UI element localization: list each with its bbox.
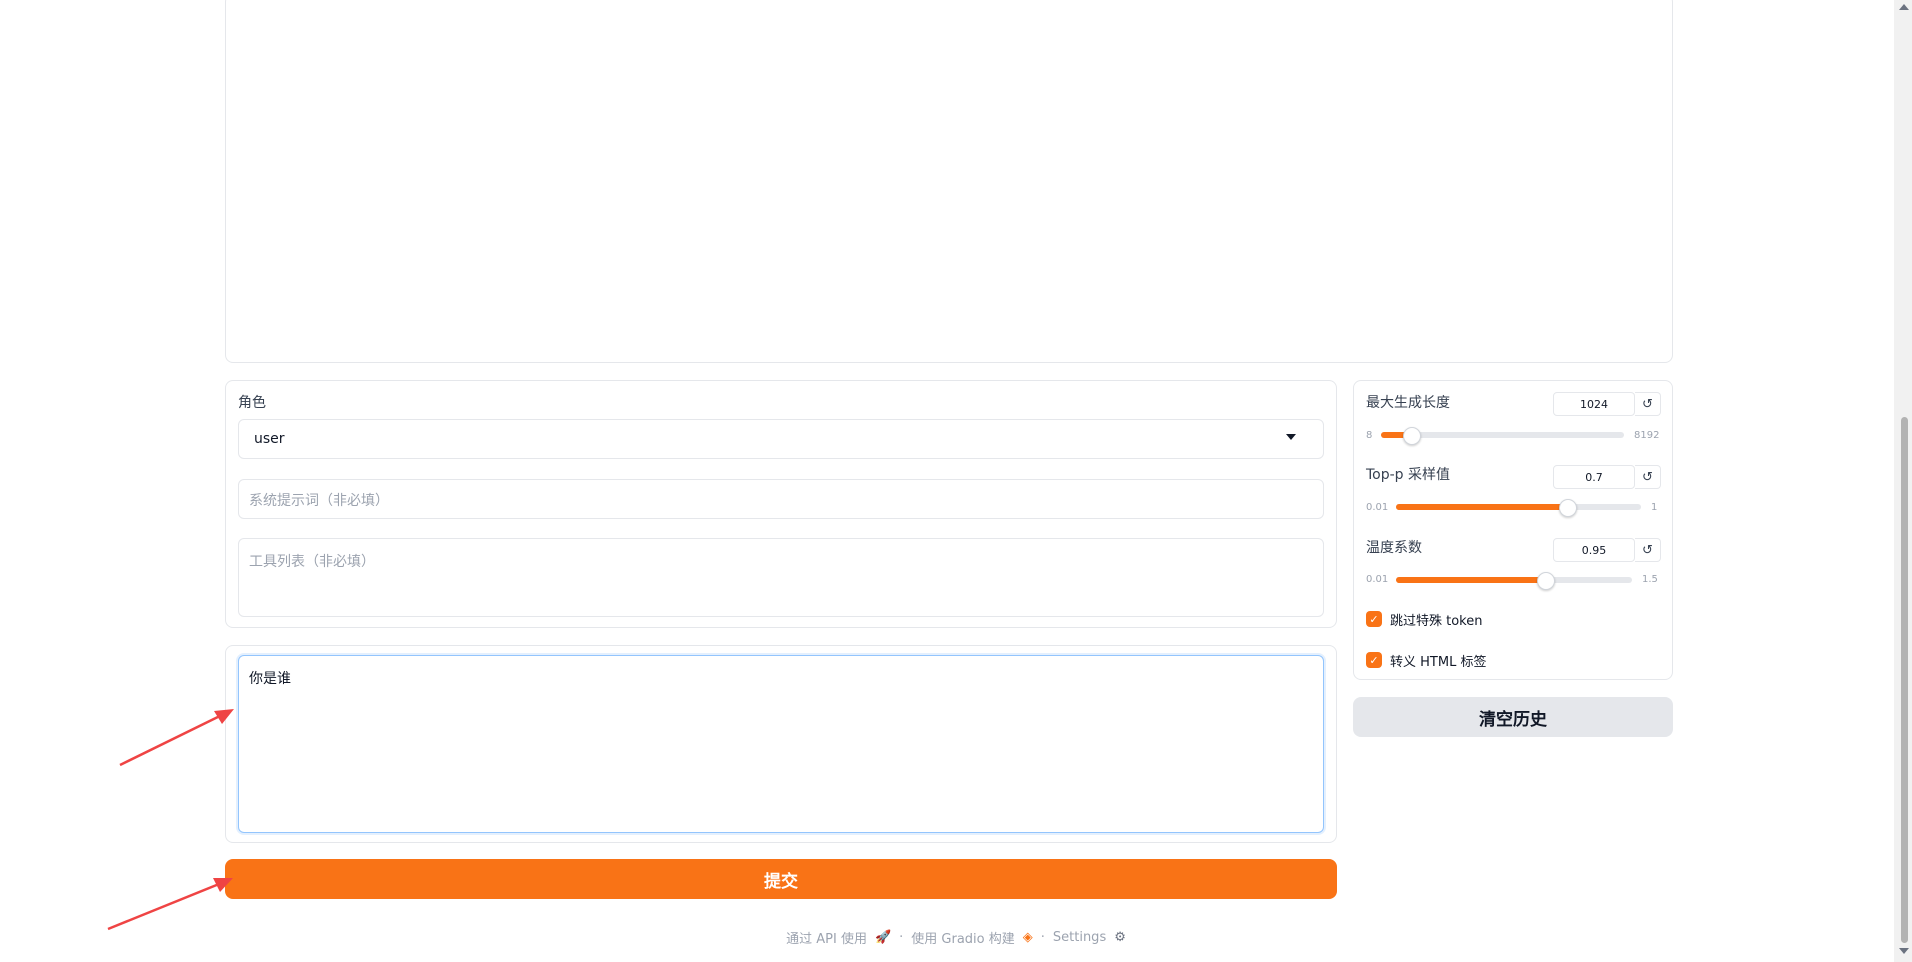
gear-icon[interactable]: ⚙	[1114, 930, 1126, 945]
max-length-number-input[interactable]: 1024	[1553, 392, 1635, 416]
system-prompt-input[interactable]: 系统提示词（非必填）	[238, 479, 1324, 519]
gradio-logo-icon: ◈	[1022, 929, 1033, 945]
temperature-number-input[interactable]: 0.95	[1553, 538, 1635, 562]
temperature-label: 温度系数	[1366, 540, 1422, 556]
temperature-max: 1.5	[1642, 574, 1658, 585]
top-p-max: 1	[1651, 502, 1658, 513]
annotation-arrow-message	[119, 709, 234, 767]
params-panel	[1353, 380, 1673, 680]
temperature-slider-fill	[1396, 577, 1545, 583]
temperature-slider-thumb[interactable]	[1536, 572, 1555, 590]
escape-html-label[interactable]: 转义 HTML 标签	[1390, 651, 1486, 670]
max-length-reset-icon[interactable]: ↺	[1635, 392, 1661, 416]
role-dropdown[interactable]	[238, 419, 1324, 459]
chatbot-display	[225, 0, 1673, 363]
temperature-reset-icon[interactable]: ↺	[1635, 538, 1661, 562]
scroll-down-arrow-icon[interactable]	[1899, 948, 1909, 954]
gradio-link[interactable]: 使用 Gradio 构建	[911, 928, 1014, 947]
max-length-min: 8	[1366, 430, 1373, 441]
rocket-icon: 🚀	[874, 929, 892, 945]
footer-separator: ·	[1040, 929, 1045, 945]
max-length-label: 最大生成长度	[1366, 395, 1450, 411]
clear-history-button[interactable]: 清空历史	[1353, 697, 1673, 737]
temperature-slider[interactable]	[1396, 572, 1632, 590]
escape-html-checkbox[interactable]: ✓	[1366, 652, 1382, 668]
top-p-number-input[interactable]: 0.7	[1553, 465, 1635, 489]
top-p-reset-icon[interactable]: ↺	[1635, 465, 1661, 489]
tools-list-input[interactable]: 工具列表（非必填）	[238, 538, 1324, 617]
top-p-slider[interactable]	[1396, 499, 1641, 517]
skip-special-tokens-label[interactable]: 跳过特殊 token	[1390, 610, 1483, 629]
chevron-down-icon[interactable]	[1286, 434, 1296, 440]
top-p-slider-thumb[interactable]	[1558, 499, 1577, 517]
api-link[interactable]: 通过 API 使用	[786, 928, 867, 947]
temperature-min: 0.01	[1366, 574, 1389, 585]
max-length-slider[interactable]	[1381, 427, 1624, 445]
top-p-min: 0.01	[1366, 502, 1389, 513]
top-p-label: Top-p 采样值	[1366, 467, 1451, 483]
scroll-up-arrow-icon[interactable]	[1899, 4, 1909, 10]
settings-link[interactable]: Settings	[1053, 930, 1106, 945]
top-p-slider-fill	[1396, 504, 1567, 510]
footer-separator: ·	[899, 929, 904, 945]
scrollbar-thumb[interactable]	[1901, 417, 1908, 943]
annotation-arrow-submit	[107, 878, 233, 931]
submit-button[interactable]: 提交	[225, 859, 1337, 899]
skip-special-tokens-checkbox[interactable]: ✓	[1366, 611, 1382, 627]
max-length-max: 8192	[1634, 430, 1660, 441]
message-textarea[interactable]: 你是谁	[238, 655, 1324, 833]
annotation-arrows	[107, 709, 234, 931]
